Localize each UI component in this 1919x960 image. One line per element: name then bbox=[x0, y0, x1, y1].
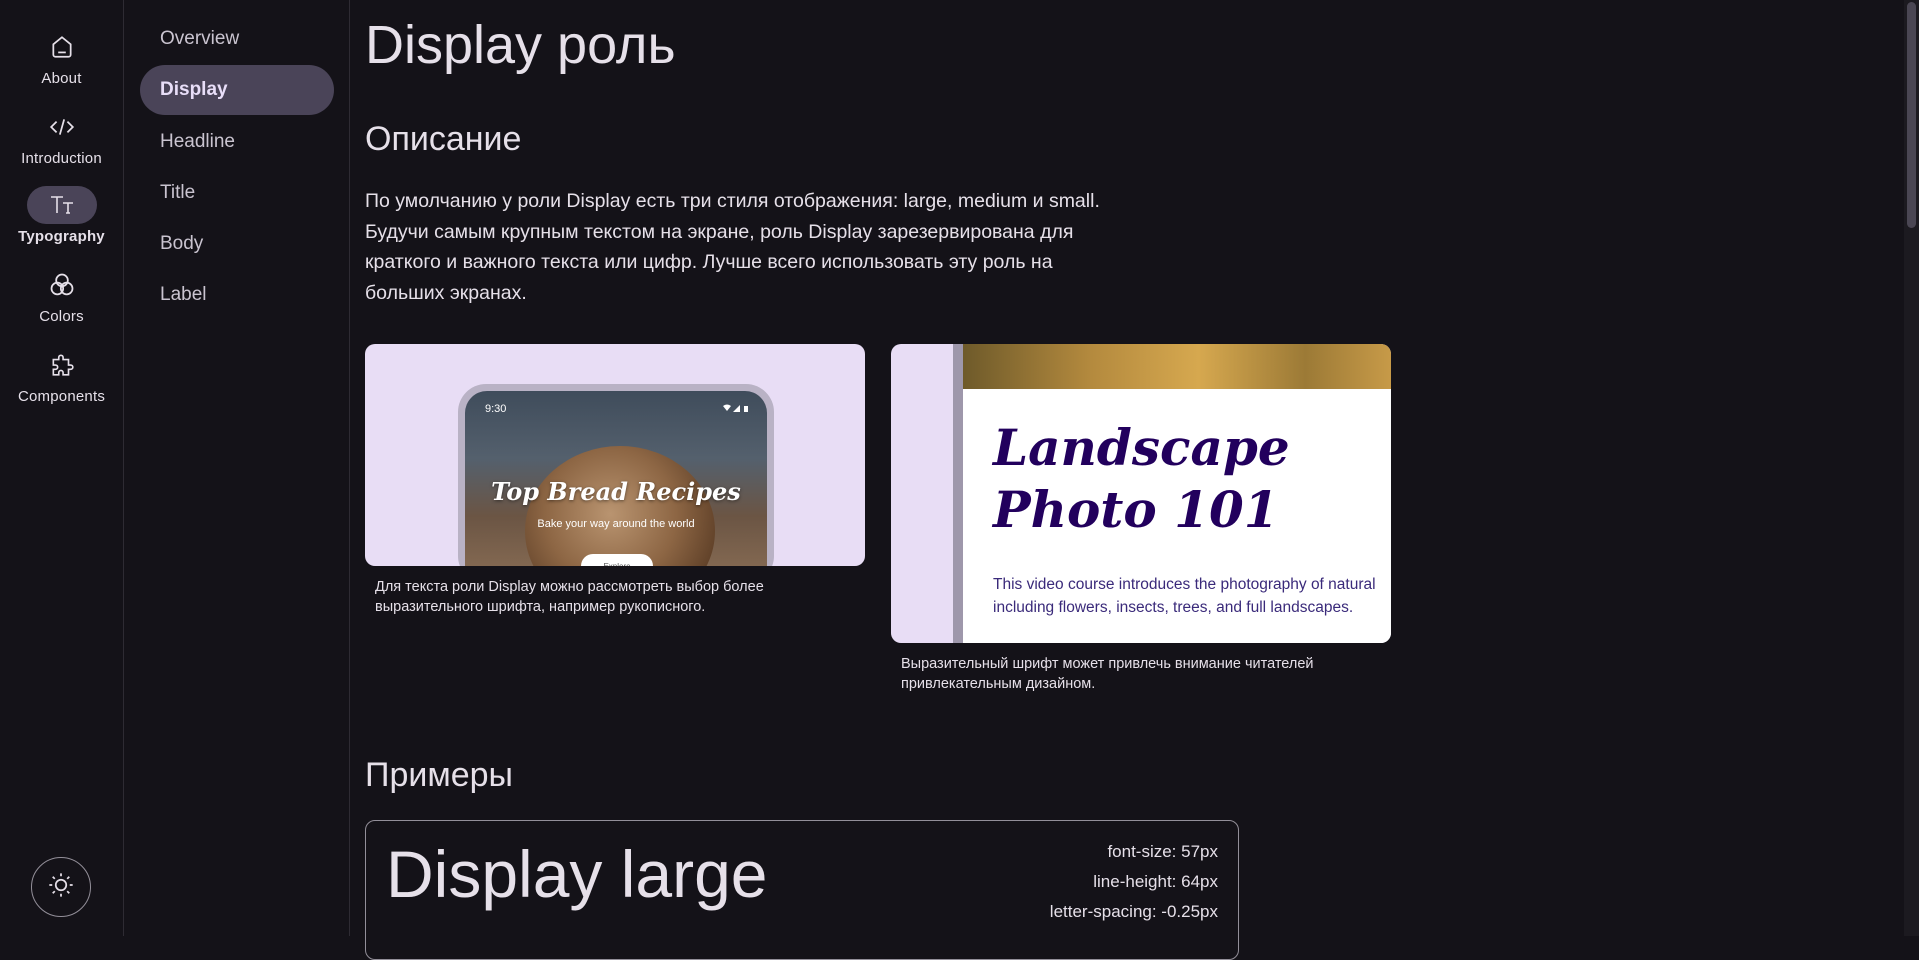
nav-item-display[interactable]: Display bbox=[140, 65, 334, 115]
landscape-title: Landscape Photo 101 bbox=[993, 418, 1290, 539]
home-icon bbox=[27, 28, 97, 66]
nav-item-body[interactable]: Body bbox=[140, 219, 334, 269]
text-fields-icon bbox=[26, 186, 97, 224]
rail-label: Components bbox=[17, 388, 106, 405]
rail-item-components[interactable]: Components bbox=[0, 346, 123, 416]
rail-item-introduction[interactable]: Introduction bbox=[0, 108, 123, 178]
status-icons bbox=[721, 403, 751, 416]
examples-heading: Примеры bbox=[365, 756, 513, 794]
landscape-text-line: This video course introduces the photogr… bbox=[993, 576, 1376, 593]
phone-mockup: 9:30 Top Bread Recipes Bake your way aro… bbox=[458, 384, 774, 566]
card1-caption: Для текста роли Display можно рассмотрет… bbox=[375, 579, 764, 615]
nav-item-overview[interactable]: Overview bbox=[140, 14, 334, 64]
letter-spacing-spec: letter-spacing: -0.25px bbox=[1049, 902, 1218, 921]
description-heading: Описание bbox=[365, 120, 522, 158]
bread-photo bbox=[525, 446, 715, 566]
scrollbar-thumb[interactable] bbox=[1907, 2, 1916, 228]
rail-label: About bbox=[41, 70, 82, 87]
landscape-card-image: Landscape Photo 101 This video course in… bbox=[891, 344, 1391, 643]
explore-pill: Explore bbox=[581, 554, 653, 566]
nav-item-label[interactable]: Label bbox=[140, 270, 334, 320]
section-nav: Overview Display Headline Title Body Lab… bbox=[124, 0, 350, 936]
page-scrollbar[interactable] bbox=[1904, 0, 1919, 936]
card2-caption: Выразительный шрифт может привлечь внима… bbox=[901, 656, 1314, 692]
line-height-spec: line-height: 64px bbox=[1093, 872, 1218, 891]
landscape-text: This video course introduces the photogr… bbox=[993, 573, 1391, 619]
main-content: Display роль Описание По умолчанию у рол… bbox=[365, 0, 1900, 960]
page-title: Display роль bbox=[365, 15, 676, 75]
display-large-example: Display large font-size: 57px line-heigh… bbox=[365, 820, 1239, 960]
grass-photo bbox=[963, 344, 1391, 389]
bread-subtitle: Bake your way around the world bbox=[537, 518, 695, 530]
display-large-sample: Display large bbox=[386, 837, 768, 911]
bread-title: Top Bread Recipes bbox=[491, 477, 741, 506]
slide-edge bbox=[953, 344, 963, 643]
landscape-text-line: including flowers, insects, trees, and f… bbox=[993, 599, 1354, 616]
nav-item-headline[interactable]: Headline bbox=[140, 117, 334, 167]
nav-item-title[interactable]: Title bbox=[140, 168, 334, 218]
palette-circles-icon bbox=[27, 266, 97, 304]
navigation-rail: About Introduction Typography Colors Com… bbox=[0, 0, 124, 936]
description-text: По умолчанию у роли Display есть три сти… bbox=[365, 190, 1100, 304]
type-specs: font-size: 57px line-height: 64px letter… bbox=[1050, 837, 1218, 927]
status-time: 9:30 bbox=[485, 403, 507, 415]
rail-item-typography[interactable]: Typography bbox=[0, 186, 123, 256]
rail-label: Colors bbox=[39, 308, 84, 325]
theme-toggle-button[interactable] bbox=[31, 857, 91, 917]
phone-screen: 9:30 Top Bread Recipes Bake your way aro… bbox=[465, 391, 767, 566]
landscape-content: Landscape Photo 101 This video course in… bbox=[963, 389, 1391, 643]
bread-recipes-card-image: 9:30 Top Bread Recipes Bake your way aro… bbox=[365, 344, 865, 566]
rail-label: Introduction bbox=[21, 150, 102, 167]
puzzle-icon bbox=[27, 346, 97, 384]
rail-item-colors[interactable]: Colors bbox=[0, 266, 123, 336]
rail-item-about[interactable]: About bbox=[0, 28, 123, 98]
rail-label: Typography bbox=[18, 228, 105, 245]
sun-icon bbox=[47, 871, 75, 904]
code-icon bbox=[27, 108, 97, 146]
font-size-spec: font-size: 57px bbox=[1107, 842, 1218, 861]
